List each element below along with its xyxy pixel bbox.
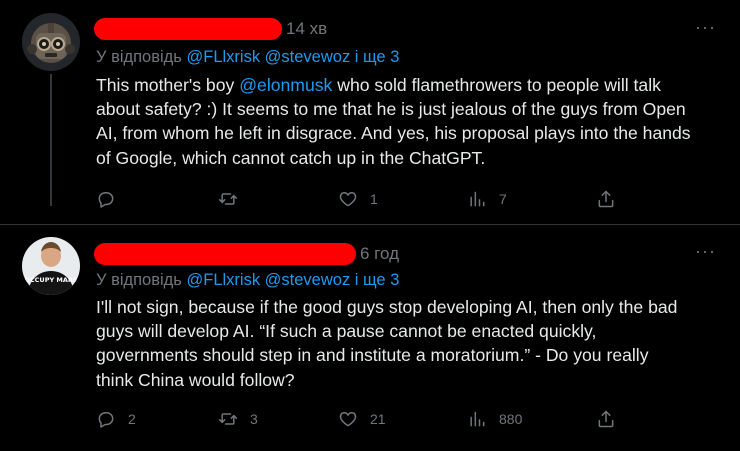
reply-to-more[interactable]: і ще 3: [355, 48, 400, 66]
avatar[interactable]: OCCUPY MARS: [22, 237, 80, 295]
share-button[interactable]: [596, 188, 616, 210]
views-bar-chart-icon: [470, 191, 485, 207]
tweet-text: I'll not sign, because if the good guys …: [96, 295, 716, 392]
reply-to-prefix: У відповідь: [96, 48, 182, 66]
more-options-icon[interactable]: ···: [695, 242, 716, 260]
reply-to-prefix: У відповідь: [96, 271, 182, 289]
tweet-actions: 1 7: [0, 188, 740, 210]
view-count: 880: [499, 411, 523, 427]
tweet-header: 14 хв: [94, 16, 327, 42]
like-count: 1: [370, 191, 378, 207]
tweet-header: 6 год: [94, 241, 399, 267]
more-options-icon[interactable]: ···: [695, 18, 716, 36]
like-count: 21: [370, 411, 386, 427]
views-bar-chart-icon: [470, 411, 485, 427]
heart-icon: [339, 192, 357, 207]
reply-to-line: У відповідь @FLlxrisk @stevewoz і ще 3: [96, 271, 399, 290]
retweet-icon: [218, 193, 238, 205]
retweet-button[interactable]: 3: [218, 408, 258, 430]
tweet-actions: 2 3 21 880: [0, 408, 740, 430]
share-icon: [598, 410, 614, 428]
tweet-text: This mother's boy @elonmusk who sold fla…: [96, 73, 716, 170]
tweet-text-line: guys will develop AI. “If such a pause c…: [96, 321, 597, 342]
robot-avatar-image: [22, 13, 80, 71]
reply-to-more[interactable]: і ще 3: [355, 271, 400, 289]
tweet-2[interactable]: OCCUPY MARS 6 год ··· У відповідь @FLlxr…: [0, 226, 740, 451]
like-button[interactable]: 21: [338, 408, 386, 430]
reply-icon: [98, 412, 114, 428]
views-button[interactable]: 7: [467, 188, 507, 210]
tweet-text-line: I'll not sign, because if the good guys …: [96, 297, 678, 317]
reply-icon: [98, 192, 114, 208]
tweet-time[interactable]: 14 хв: [286, 19, 327, 39]
reply-to-handles[interactable]: @FLlxrisk @stevewoz: [187, 48, 351, 66]
reply-count: 2: [128, 411, 136, 427]
reply-button[interactable]: 2: [96, 408, 136, 430]
tweet-text-line: about safety? :) It seems to me that he …: [96, 99, 686, 120]
retweet-count: 3: [250, 411, 258, 427]
reply-to-line: У відповідь @FLlxrisk @stevewoz і ще 3: [96, 48, 399, 67]
heart-icon: [339, 412, 357, 427]
tweet-text-line: This mother's boy @elonmusk who sold fla…: [96, 75, 661, 95]
tweet-text-line: think China would follow?: [96, 369, 295, 390]
tweet-1[interactable]: 14 хв ··· У відповідь @FLlxrisk @stevewo…: [0, 0, 740, 225]
person-avatar-image: OCCUPY MARS: [22, 237, 80, 295]
thread-line: [50, 74, 52, 206]
redacted-username: [94, 18, 282, 40]
tweet-text-line: AI, from whom he left in disgrace. And y…: [96, 123, 691, 144]
avatar-shirt-text: OCCUPY MARS: [24, 276, 78, 284]
mention-link[interactable]: @elonmusk: [239, 75, 332, 95]
redacted-username: [94, 243, 356, 265]
retweet-icon: [218, 413, 238, 425]
view-count: 7: [499, 191, 507, 207]
reply-to-handles[interactable]: @FLlxrisk @stevewoz: [187, 271, 351, 289]
views-button[interactable]: 880: [467, 408, 522, 430]
share-icon: [598, 190, 614, 208]
retweet-button[interactable]: [218, 188, 250, 210]
share-button[interactable]: [596, 408, 616, 430]
tweet-time[interactable]: 6 год: [360, 244, 399, 264]
tweet-text-line: of Google, which cannot catch up in the …: [96, 147, 486, 168]
avatar[interactable]: [22, 13, 80, 71]
like-button[interactable]: 1: [338, 188, 378, 210]
tweet-text-line: governments should step in and institute…: [96, 345, 649, 366]
reply-button[interactable]: [96, 188, 128, 210]
